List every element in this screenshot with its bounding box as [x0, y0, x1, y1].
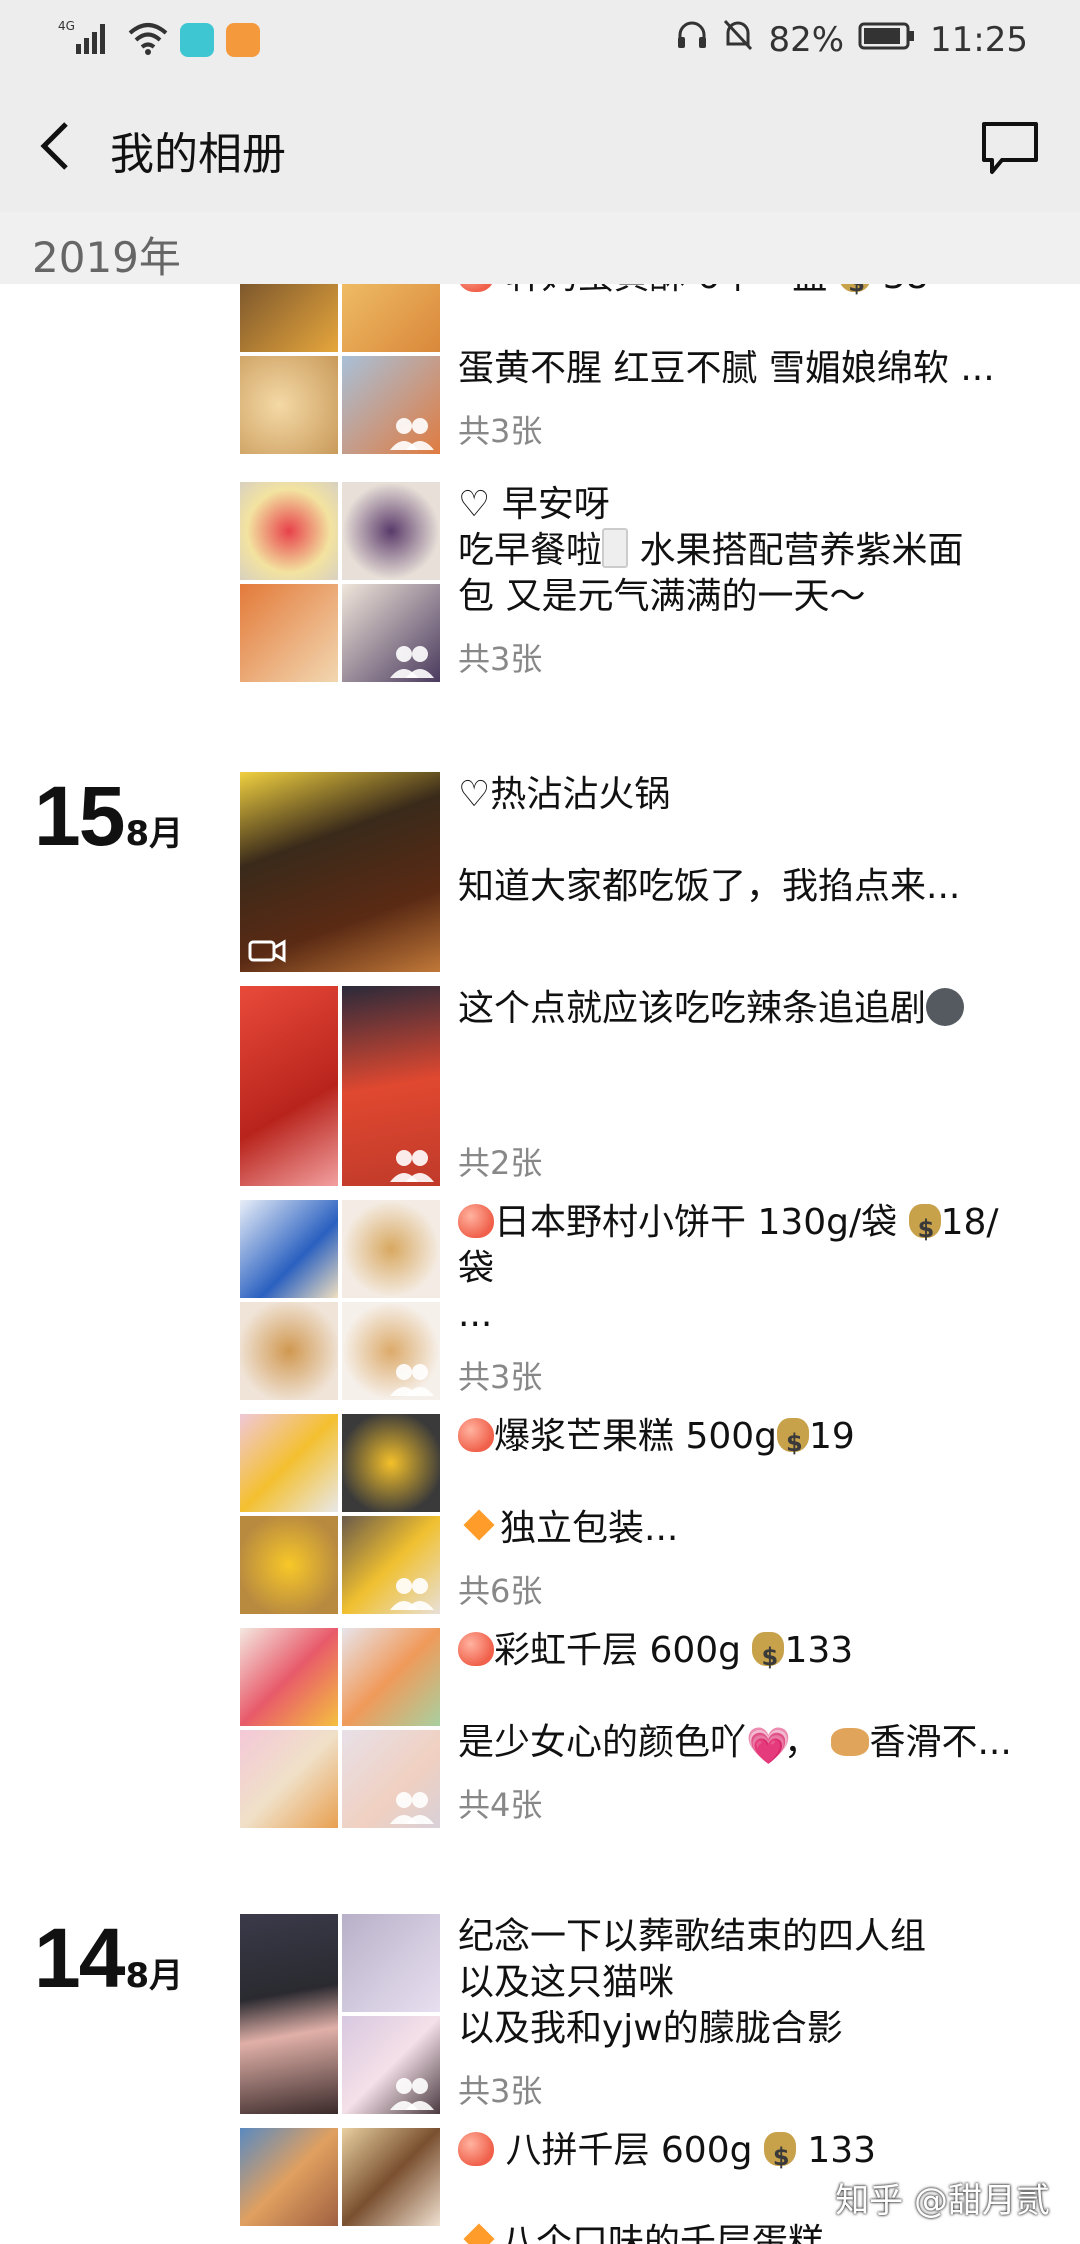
- post-thumbnails: [240, 2128, 440, 2244]
- message-button[interactable]: [980, 120, 1040, 176]
- clock: 11:25: [930, 19, 1028, 60]
- photo: [240, 1200, 338, 1298]
- money-bag-emoji-icon: [752, 1632, 785, 1674]
- peach-emoji-icon: [458, 1418, 494, 1452]
- navigation-bar: 我的相册: [0, 80, 1080, 212]
- post-thumbnails: [240, 772, 440, 972]
- money-bag-emoji-icon: [777, 1418, 810, 1460]
- photo: [342, 1628, 440, 1726]
- photo: [240, 986, 338, 1186]
- photo: [240, 2128, 338, 2226]
- peach-emoji-icon: [458, 1204, 494, 1238]
- photo-count: 共2张: [458, 1144, 543, 1182]
- date-label: 158月: [34, 769, 184, 863]
- photo: [240, 1414, 338, 1512]
- album-post[interactable]: 爆浆芒果糕 500g19 独立包装... 共6张: [240, 1414, 1040, 1616]
- sparkling-heart-emoji-icon: 💗: [746, 1726, 791, 1766]
- peach-emoji-icon: [458, 284, 494, 292]
- battery-level: 82%: [768, 19, 845, 60]
- mute-bell-icon: [722, 18, 754, 61]
- post-thumbnails: [240, 284, 440, 454]
- new-moon-face-emoji-icon: [926, 988, 965, 1026]
- photo: [342, 1914, 440, 2012]
- photo: [342, 482, 440, 580]
- post-thumbnails: [240, 1628, 440, 1828]
- pancakes-emoji-icon: [831, 1728, 870, 1756]
- status-bar: 4G 82% 11:25: [0, 0, 1080, 80]
- milk-glass-emoji-icon: [602, 528, 629, 568]
- photo: [342, 1414, 440, 1512]
- year-header: 2019年: [0, 212, 1080, 284]
- post-thumbnails: [240, 1414, 440, 1614]
- album-post[interactable]: 轩妈蛋黄酥 6个一盒 38 蛋黄不腥 红豆不腻 雪媚娘绵软 ... 共3张: [240, 284, 1040, 456]
- photo-count: 共3张: [458, 640, 543, 678]
- photo-count: 共6张: [458, 1572, 543, 1610]
- post-caption: ♡ 早安呀 吃早餐啦 水果搭配营养紫米面 包 又是元气满满的一天～: [458, 484, 964, 617]
- money-bag-emoji-icon: [908, 1204, 941, 1246]
- money-bag-emoji-icon: [763, 2132, 796, 2174]
- app-notification-icon: [226, 23, 260, 57]
- album-post[interactable]: 彩虹千层 600g 133 是少女心的颜色吖💗， 香滑不... 共4张: [240, 1628, 1040, 1830]
- page-title: 我的相册: [110, 129, 286, 180]
- app-notification-icon: [180, 23, 214, 57]
- post-caption: 纪念一下以葬歌结束的四人组 以及这只猫咪 以及我和yjw的朦胧合影: [458, 1916, 927, 2049]
- multi-photo-icon: [388, 1358, 436, 1398]
- headset-icon: [676, 19, 708, 60]
- photo: [240, 1516, 338, 1614]
- photo-count: 共3张: [458, 2072, 543, 2110]
- album-post[interactable]: 这个点就应该吃吃辣条追追剧 共2张: [240, 986, 1040, 1188]
- photo: [240, 1628, 338, 1726]
- multi-photo-icon: [388, 1786, 436, 1826]
- post-thumbnails: [240, 986, 440, 1186]
- orange-diamond-emoji-icon: [463, 2223, 495, 2244]
- multi-photo-icon: [388, 1572, 436, 1612]
- peach-emoji-icon: [458, 2132, 494, 2166]
- battery-icon: [858, 20, 916, 60]
- photo: [240, 356, 338, 454]
- post-thumbnails: [240, 1914, 440, 2114]
- photo: [240, 1302, 338, 1400]
- date-label: 148月: [34, 1911, 184, 2005]
- album-post[interactable]: ♡热沾沾火锅 知道大家都吃饭了，我掐点来...: [240, 772, 1040, 974]
- album-post[interactable]: 纪念一下以葬歌结束的四人组 以及这只猫咪 以及我和yjw的朦胧合影 共3张: [240, 1914, 1040, 2116]
- multi-photo-icon: [388, 1144, 436, 1184]
- photo: [240, 482, 338, 580]
- multi-photo-icon: [388, 640, 436, 680]
- photo: [240, 1914, 338, 2114]
- album-post[interactable]: 日本野村小饼干 130g/袋 18/ 袋 ... 共3张: [240, 1200, 1040, 1402]
- multi-photo-icon: [388, 412, 436, 452]
- photo: [342, 284, 440, 352]
- photo: [240, 1730, 338, 1828]
- message-icon: [982, 122, 1038, 174]
- year-label: 2019年: [32, 233, 181, 282]
- photo-count: 共3张: [458, 412, 543, 450]
- photo-count: 共4张: [458, 1786, 543, 1824]
- money-bag-emoji-icon: [839, 284, 872, 300]
- back-arrow-icon: [40, 122, 68, 170]
- post-caption: 爆浆芒果糕 500g19 独立包装...: [458, 1414, 1040, 1552]
- video-camera-icon: [248, 938, 286, 964]
- post-caption: 日本野村小饼干 130g/袋 18/ 袋 ...: [458, 1200, 1040, 1338]
- photo: [240, 284, 338, 352]
- post-thumbnails: [240, 482, 440, 682]
- post-caption: 轩妈蛋黄酥 6个一盒 38 蛋黄不腥 红豆不腻 雪媚娘绵软 ...: [458, 284, 1040, 392]
- photo: [342, 1200, 440, 1298]
- photo-count: 共3张: [458, 1358, 543, 1396]
- watermark: 知乎 @甜月贰: [835, 2181, 1050, 2221]
- post-caption: 彩虹千层 600g 133 是少女心的颜色吖💗， 香滑不...: [458, 1628, 1040, 1766]
- photo: [240, 584, 338, 682]
- svg-text:4G: 4G: [58, 19, 75, 33]
- signal-icon: 4G: [58, 18, 116, 62]
- back-button[interactable]: [30, 116, 86, 176]
- peach-emoji-icon: [458, 1632, 494, 1666]
- wifi-icon: [128, 21, 168, 59]
- post-thumbnails: [240, 1200, 440, 1400]
- album-post[interactable]: ♡ 早安呀 吃早餐啦 水果搭配营养紫米面 包 又是元气满满的一天～ 共3张: [240, 482, 1040, 684]
- post-caption: 这个点就应该吃吃辣条追追剧: [458, 986, 1040, 1032]
- album-feed[interactable]: 轩妈蛋黄酥 6个一盒 38 蛋黄不腥 红豆不腻 雪媚娘绵软 ... 共3张 ♡ …: [0, 284, 1080, 2244]
- photo: [342, 2128, 440, 2226]
- post-caption: ♡热沾沾火锅 知道大家都吃饭了，我掐点来...: [458, 774, 961, 907]
- orange-diamond-emoji-icon: [463, 1509, 495, 1541]
- multi-photo-icon: [388, 2072, 436, 2112]
